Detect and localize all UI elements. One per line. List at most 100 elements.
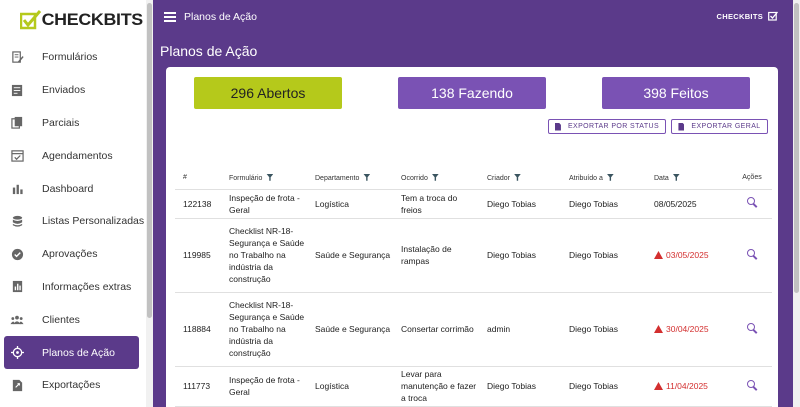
search-icon[interactable] (746, 322, 758, 334)
warning-icon (654, 325, 663, 333)
cell-id: 111773 (175, 366, 221, 407)
cell-acoes (732, 189, 772, 219)
sidebar-item-aprovacoes[interactable]: Aprovações (0, 238, 146, 271)
cell-data-late: 11/04/2025 (646, 366, 732, 407)
users-icon (10, 313, 24, 327)
sidebar: CHECKBITS Formulários Enviados Parciais (0, 0, 153, 407)
col-header-data[interactable]: Data (646, 167, 732, 190)
cell-id: 122138 (175, 189, 221, 219)
cell-departamento: Logística (307, 189, 393, 219)
cell-acoes (732, 292, 772, 367)
search-icon[interactable] (746, 248, 758, 260)
sidebar-item-label: Informações extras (42, 280, 132, 293)
cell-acoes (732, 366, 772, 407)
page-scroll-thumb[interactable] (794, 3, 799, 293)
page-title: Planos de Ação (160, 43, 258, 59)
topbar-brand[interactable]: CHECKBITS (717, 11, 778, 21)
filter-icon[interactable] (431, 173, 439, 181)
cell-atribuido: Diego Tobias (561, 292, 646, 367)
checkbox-checked-icon (768, 11, 778, 21)
document-icon (678, 122, 685, 131)
cell-id: 118884 (175, 292, 221, 367)
sidebar-item-label: Agendamentos (42, 149, 113, 162)
sidebar-item-label: Enviados (42, 84, 86, 97)
approval-badge-icon (10, 247, 24, 261)
sidebar-item-label: Aprovações (42, 248, 98, 261)
document-icon (554, 122, 561, 131)
col-header-atribuido[interactable]: Atribuído a (561, 167, 646, 190)
sidebar-item-clientes[interactable]: Clientes (0, 303, 146, 336)
sidebar-item-formularios[interactable]: Formulários (0, 41, 146, 74)
cell-formulario: Inspeção de frota - Geral (221, 189, 307, 219)
sidebar-scroll-thumb[interactable] (147, 3, 152, 318)
cell-departamento: Saúde e Segurança (307, 218, 393, 293)
cell-data-late: 03/05/2025 (646, 218, 732, 293)
topbar-title: Planos de Ação (184, 11, 257, 23)
doing-count-button[interactable]: 138 Fazendo (398, 77, 546, 109)
cell-criador: Diego Tobias (479, 189, 561, 219)
sidebar-item-label: Exportações (42, 379, 101, 392)
logo[interactable]: CHECKBITS (20, 9, 143, 31)
sidebar-item-informacoes-extras[interactable]: Informações extras (0, 271, 146, 304)
cell-criador: Diego Tobias (479, 218, 561, 293)
cell-data-late: 30/04/2025 (646, 292, 732, 367)
top-app-bar: Planos de Ação CHECKBITS (153, 0, 793, 34)
cell-criador: Diego Tobias (479, 366, 561, 407)
topbar-brand-label: CHECKBITS (716, 11, 763, 21)
bar-chart-icon (10, 182, 24, 196)
sidebar-item-label: Listas Personalizadas (42, 215, 145, 228)
filter-icon[interactable] (363, 173, 371, 181)
menu-icon[interactable] (164, 12, 176, 22)
table-row[interactable]: 119985 Checklist NR-18- Segurança e Saúd… (175, 218, 772, 293)
sidebar-item-label: Planos de Ação (42, 346, 115, 359)
table-row[interactable]: 118884 Checklist NR-18- Segurança e Saúd… (175, 292, 772, 367)
partial-docs-icon (10, 116, 24, 130)
done-count-button[interactable]: 398 Feitos (602, 77, 750, 109)
sidebar-item-label: Formulários (42, 51, 98, 64)
col-header-ocorrido[interactable]: Ocorrido (393, 167, 479, 190)
form-edit-icon (10, 50, 24, 64)
sidebar-nav: Formulários Enviados Parciais Agendament… (0, 41, 146, 402)
crosshair-icon (10, 346, 24, 360)
export-by-status-label: EXPORTAR POR STATUS (567, 123, 660, 130)
sidebar-item-enviados[interactable]: Enviados (0, 74, 146, 107)
cell-atribuido: Diego Tobias (561, 189, 646, 219)
table-header-row: # Formulário Departamento Ocorrido Criad… (175, 167, 772, 190)
cell-atribuido: Diego Tobias (561, 366, 646, 407)
cell-ocorrido: Tem a troca do freios (393, 189, 479, 219)
open-count-button[interactable]: 296 Abertos (194, 77, 342, 109)
action-plans-table: # Formulário Departamento Ocorrido Criad… (175, 167, 772, 407)
app-root: CHECKBITS Formulários Enviados Parciais (0, 0, 800, 407)
sidebar-item-listas-personalizadas[interactable]: Listas Personalizadas (0, 205, 146, 238)
sidebar-item-label: Parciais (42, 116, 80, 129)
table-row[interactable]: 122138 Inspeção de frota - Geral Logísti… (175, 189, 772, 219)
checkbits-logo-icon (20, 10, 42, 30)
filter-icon[interactable] (606, 173, 614, 181)
sidebar-item-parciais[interactable]: Parciais (0, 107, 146, 140)
export-by-status-button[interactable]: EXPORTAR POR STATUS (548, 119, 666, 134)
filter-icon[interactable] (513, 173, 521, 181)
sidebar-item-exportacoes[interactable]: Exportações (0, 369, 146, 402)
table-row[interactable]: 111773 Inspeção de frota - Geral Logísti… (175, 366, 772, 407)
search-icon[interactable] (746, 196, 758, 208)
col-header-criador[interactable]: Criador (479, 167, 561, 190)
filter-icon[interactable] (672, 173, 680, 181)
col-header-id: # (175, 167, 221, 190)
sidebar-item-agendamentos[interactable]: Agendamentos (0, 139, 146, 172)
export-file-icon (10, 378, 24, 392)
col-header-formulario[interactable]: Formulário (221, 167, 307, 190)
database-icon (10, 214, 24, 228)
sidebar-item-dashboard[interactable]: Dashboard (0, 172, 146, 205)
sidebar-item-label: Dashboard (42, 182, 94, 195)
filter-icon[interactable] (266, 173, 274, 181)
cell-acoes (732, 218, 772, 293)
export-general-button[interactable]: EXPORTAR GERAL (671, 119, 768, 134)
cell-departamento: Saúde e Segurança (307, 292, 393, 367)
col-header-departamento[interactable]: Departamento (307, 167, 393, 190)
warning-icon (654, 251, 663, 259)
calendar-check-icon (10, 149, 24, 163)
cell-formulario: Inspeção de frota - Geral (221, 366, 307, 407)
cell-criador: admin (479, 292, 561, 367)
search-icon[interactable] (746, 379, 758, 391)
sidebar-item-planos-de-acao[interactable]: Planos de Ação (4, 336, 139, 369)
